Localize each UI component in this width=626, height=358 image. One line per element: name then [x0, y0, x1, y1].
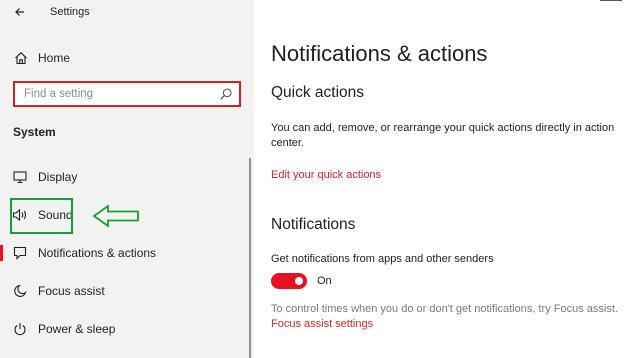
- page-title: Notifications & actions: [271, 41, 488, 66]
- window-control-edge: [600, 0, 622, 1]
- monitor-icon: [12, 169, 28, 185]
- search-input[interactable]: [15, 83, 205, 105]
- quick-actions-description: You can add, remove, or rearrange your q…: [271, 122, 615, 149]
- sidebar-item-label: Focus assist: [38, 284, 105, 298]
- search-box[interactable]: [13, 81, 241, 107]
- power-icon: [12, 321, 28, 337]
- moon-icon: [12, 283, 28, 299]
- sidebar: Settings Home System Display: [0, 0, 254, 358]
- title-bar: Settings: [0, 0, 254, 26]
- section-heading-system: System: [13, 125, 56, 139]
- notification-icon: [12, 245, 28, 261]
- notifications-toggle[interactable]: [271, 273, 307, 289]
- focus-assist-settings-link[interactable]: Focus assist settings: [271, 318, 373, 330]
- left-arrow-annotation-icon: [92, 204, 139, 228]
- toggle-state-label: On: [317, 275, 332, 287]
- sidebar-item-power-sleep[interactable]: Power & sleep: [0, 314, 250, 344]
- home-icon: [15, 52, 27, 65]
- sidebar-item-label: Display: [38, 170, 78, 184]
- focus-assist-description: To control times when you do or don't ge…: [271, 303, 618, 315]
- sidebar-item-display[interactable]: Display: [0, 162, 250, 192]
- main-content: Notifications & actions Quick actions Yo…: [254, 0, 626, 358]
- search-icon[interactable]: [219, 87, 233, 101]
- back-button[interactable]: [10, 3, 30, 21]
- sidebar-item-label: Power & sleep: [38, 322, 116, 336]
- quick-actions-heading: Quick actions: [271, 84, 365, 101]
- toggle-knob: [295, 277, 303, 285]
- sidebar-item-home[interactable]: Home: [14, 48, 70, 68]
- edit-quick-actions-link[interactable]: Edit your quick actions: [271, 169, 381, 181]
- notifications-toggle-label: Get notifications from apps and other se…: [271, 253, 494, 265]
- sidebar-item-notifications[interactable]: Notifications & actions: [0, 238, 250, 268]
- scrollbar[interactable]: [249, 158, 251, 358]
- sidebar-item-label: Home: [38, 51, 71, 65]
- sidebar-item-focus-assist[interactable]: Focus assist: [0, 276, 250, 306]
- highlight-box: [10, 198, 73, 234]
- notifications-heading: Notifications: [271, 216, 356, 233]
- window-title: Settings: [50, 6, 90, 18]
- back-arrow-icon: [15, 8, 24, 16]
- sidebar-item-label: Notifications & actions: [38, 246, 157, 260]
